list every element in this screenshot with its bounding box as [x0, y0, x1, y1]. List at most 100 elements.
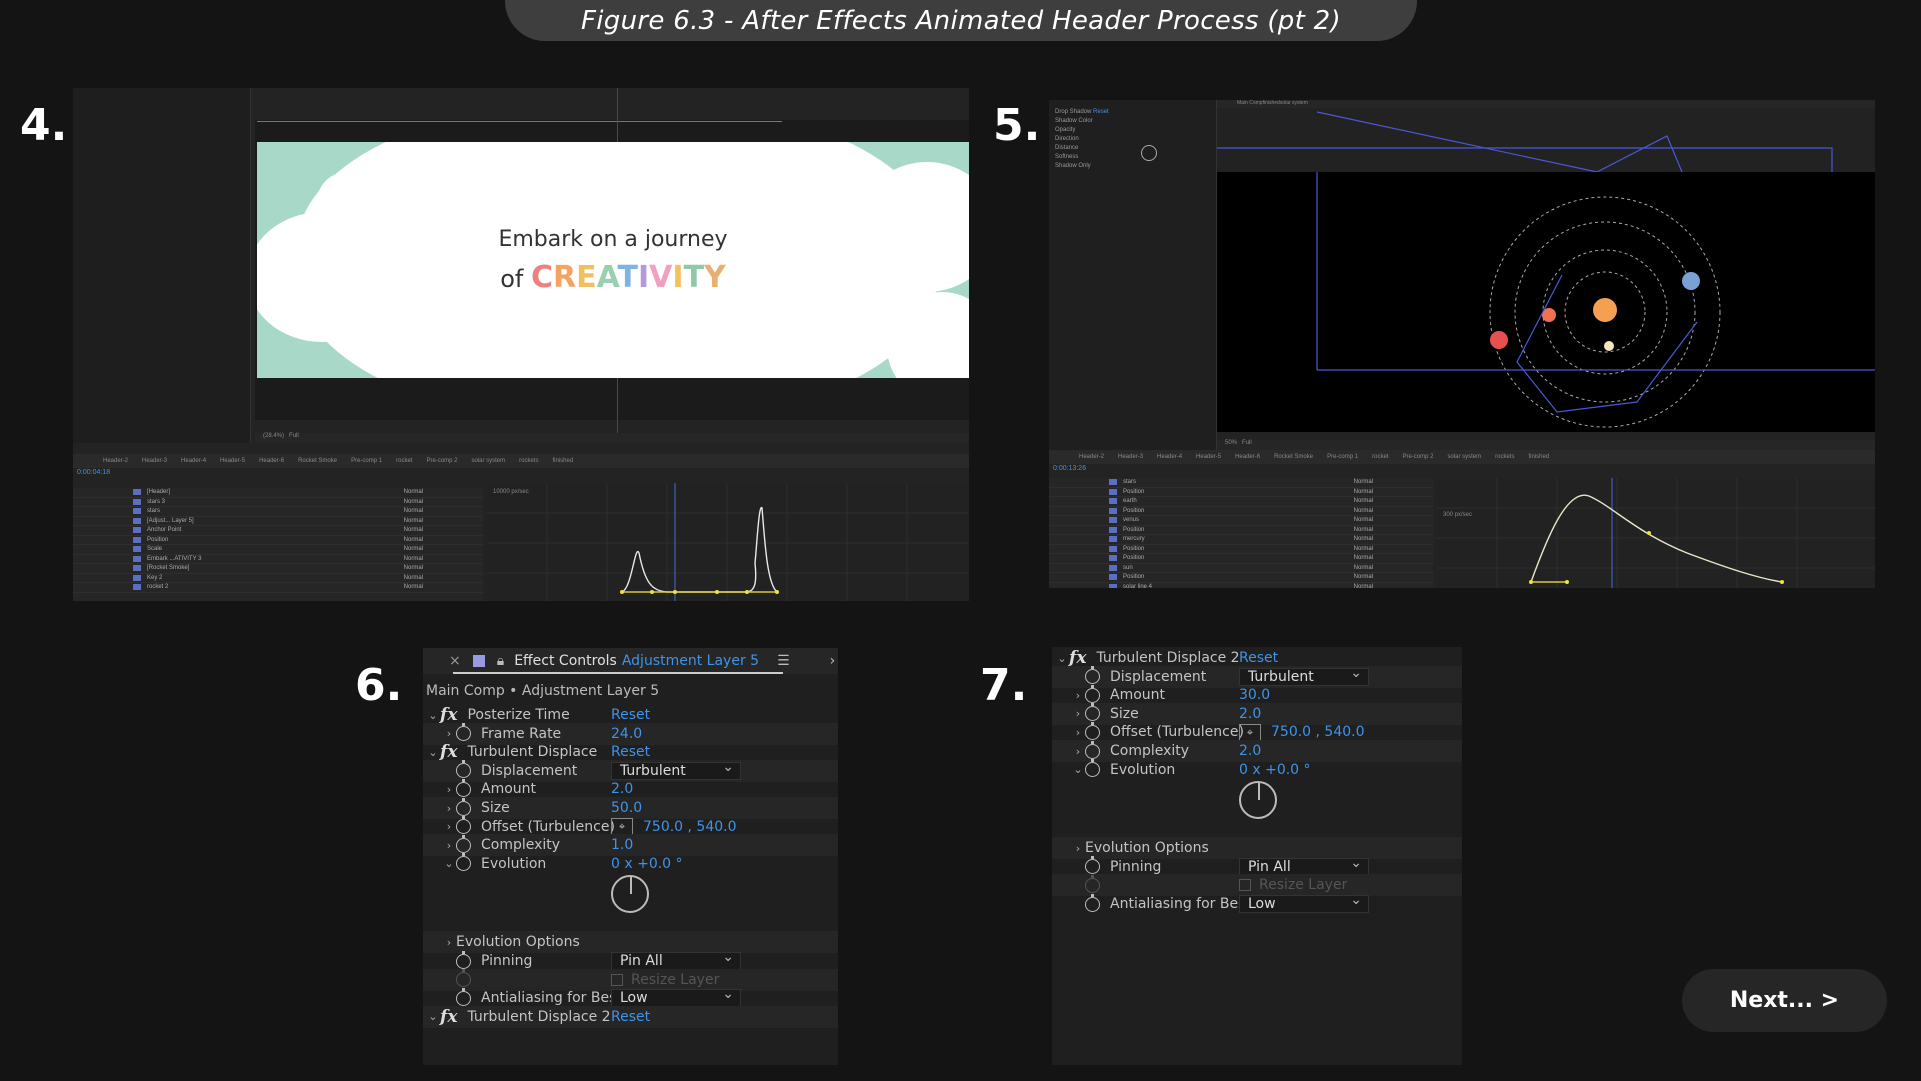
- layer-mode[interactable]: Normal: [1354, 498, 1373, 504]
- stopwatch-icon[interactable]: [1085, 856, 1100, 875]
- layer-row[interactable]: earth Normal: [1049, 497, 1433, 507]
- layer-mode[interactable]: Normal: [1354, 536, 1373, 542]
- stopwatch-icon[interactable]: [1085, 721, 1100, 740]
- viewer-zoom[interactable]: 50%: [1225, 440, 1237, 446]
- effect-property[interactable]: Shadow Only: [1055, 162, 1210, 171]
- effect-property[interactable]: Opacity: [1055, 126, 1210, 135]
- chevron-icon[interactable]: ›: [442, 839, 456, 852]
- effect-dropdown[interactable]: Pin All: [1239, 855, 1369, 876]
- composition-viewer[interactable]: [1217, 172, 1875, 432]
- effect-controls-tab[interactable]: × 🔒︎ Effect Controls Adjustment Layer 5 …: [423, 648, 838, 674]
- stopwatch-icon[interactable]: [1085, 684, 1100, 703]
- stopwatch-icon[interactable]: [456, 969, 471, 988]
- layer-row[interactable]: [Rocket Smoke] Normal: [73, 564, 483, 574]
- breadcrumb-item[interactable]: finished: [1263, 100, 1280, 106]
- effect-value[interactable]: 50.0: [611, 800, 642, 816]
- timeline-tab[interactable]: Header-5: [220, 458, 245, 464]
- layer-mode[interactable]: Normal: [1354, 508, 1373, 514]
- timeline-tab[interactable]: Pre-comp 1: [1327, 454, 1358, 460]
- layer-row[interactable]: stars Normal: [73, 507, 483, 517]
- timeline-tab[interactable]: Header-2: [1079, 454, 1104, 460]
- stopwatch-icon[interactable]: [456, 816, 471, 835]
- effect-value[interactable]: 750.0 , 540.0: [1271, 724, 1365, 740]
- stopwatch-icon[interactable]: [456, 760, 471, 779]
- chevron-icon[interactable]: ›: [1071, 707, 1085, 720]
- layer-mode[interactable]: Normal: [1354, 584, 1373, 588]
- effect-dropdown[interactable]: Low: [611, 986, 741, 1008]
- stopwatch-icon[interactable]: [456, 723, 471, 742]
- chevron-icon[interactable]: ›: [1071, 745, 1085, 758]
- menu-icon[interactable]: ☰: [777, 653, 790, 669]
- layer-row[interactable]: stars 3 Normal: [73, 498, 483, 507]
- timeline-tab[interactable]: solar system: [471, 458, 505, 464]
- effect-property[interactable]: Direction: [1055, 135, 1210, 144]
- timeline-tab[interactable]: Header-5: [1196, 454, 1221, 460]
- effect-value[interactable]: 750.0 , 540.0: [643, 819, 737, 835]
- effect-value[interactable]: Reset: [611, 1009, 650, 1025]
- layer-row[interactable]: Position Normal: [1049, 554, 1433, 564]
- viewer-resolution[interactable]: Full: [289, 433, 299, 439]
- stopwatch-icon[interactable]: [456, 834, 471, 853]
- layer-row[interactable]: sun Normal: [1049, 564, 1433, 573]
- effect-value[interactable]: Reset: [611, 744, 650, 760]
- effect-dropdown[interactable]: Low: [1239, 892, 1369, 913]
- layer-mode[interactable]: Normal: [404, 508, 423, 514]
- effect-property[interactable]: Softness: [1055, 153, 1210, 162]
- stopwatch-icon[interactable]: [456, 987, 471, 1006]
- chevron-icon[interactable]: ›: [442, 820, 456, 833]
- effect-value[interactable]: 2.0: [1239, 743, 1261, 759]
- checkbox[interactable]: [611, 973, 623, 986]
- chevron-icon[interactable]: ›: [1071, 842, 1085, 855]
- layer-row[interactable]: Position Normal: [1049, 488, 1433, 497]
- viewer-resolution[interactable]: Full: [1242, 440, 1252, 446]
- layer-mode[interactable]: Normal: [404, 527, 423, 533]
- layer-row[interactable]: Position Normal: [73, 536, 483, 545]
- layer-mode[interactable]: Normal: [1354, 555, 1373, 561]
- layer-mode[interactable]: Normal: [404, 499, 423, 505]
- timeline-tab[interactable]: Rocket Smoke: [1274, 454, 1313, 460]
- layer-mode[interactable]: Normal: [1354, 517, 1373, 523]
- timeline-tab[interactable]: solar system: [1447, 454, 1481, 460]
- effect-value[interactable]: Reset: [611, 707, 650, 723]
- timeline-tab[interactable]: Header-4: [181, 458, 206, 464]
- layer-mode[interactable]: Normal: [404, 537, 423, 543]
- stopwatch-icon[interactable]: [1085, 874, 1100, 893]
- graph-editor[interactable]: 300 px/sec: [1437, 478, 1875, 588]
- chevron-icon[interactable]: ⌄: [1055, 652, 1069, 665]
- layer-row[interactable]: Position Normal: [1049, 545, 1433, 554]
- timeline-tab[interactable]: finished: [1529, 454, 1550, 460]
- layer-mode[interactable]: Normal: [1354, 479, 1373, 485]
- chevron-icon[interactable]: ⌄: [426, 1010, 440, 1023]
- effect-value[interactable]: 1.0: [611, 837, 633, 853]
- crosshair-icon[interactable]: ⌖: [611, 818, 633, 836]
- chevron-icon[interactable]: ⌄: [426, 709, 440, 722]
- timeline-time[interactable]: 0:00:04:18: [77, 469, 110, 476]
- timeline-tab[interactable]: rockets: [519, 458, 538, 464]
- graph-editor[interactable]: 10000 px/sec: [487, 483, 969, 601]
- layer-mode[interactable]: Normal: [404, 565, 423, 571]
- layer-row[interactable]: rocket 2 Normal: [73, 583, 483, 593]
- timeline-tab[interactable]: Header-3: [1118, 454, 1143, 460]
- timeline-tab[interactable]: Rocket Smoke: [298, 458, 337, 464]
- layer-mode[interactable]: Normal: [404, 489, 423, 495]
- layer-mode[interactable]: Normal: [404, 584, 423, 590]
- effect-value[interactable]: 2.0: [1239, 706, 1261, 722]
- effect-value[interactable]: 2.0: [611, 781, 633, 797]
- chevron-icon[interactable]: ›: [442, 727, 456, 740]
- breadcrumb-item[interactable]: solar system: [1280, 100, 1308, 106]
- stopwatch-icon[interactable]: [1085, 703, 1100, 722]
- layer-mode[interactable]: Normal: [1354, 546, 1373, 552]
- timeline-tab[interactable]: rocket: [396, 458, 412, 464]
- close-icon[interactable]: ×: [449, 653, 461, 669]
- effect-value[interactable]: 0 x +0.0 °: [611, 856, 683, 872]
- effect-dropdown[interactable]: Turbulent: [1239, 665, 1369, 686]
- chevron-icon[interactable]: ›: [442, 802, 456, 815]
- layer-row[interactable]: stars Normal: [1049, 478, 1433, 488]
- stopwatch-icon[interactable]: [456, 797, 471, 816]
- timeline-tab[interactable]: Header-3: [142, 458, 167, 464]
- timeline-tab[interactable]: Header-6: [1235, 454, 1260, 460]
- stopwatch-icon[interactable]: [1085, 893, 1100, 912]
- layer-row[interactable]: Scale Normal: [73, 545, 483, 555]
- layer-row[interactable]: [Header] Normal: [73, 488, 483, 498]
- layer-row[interactable]: Embark ...ATIVITY 3 Normal: [73, 555, 483, 564]
